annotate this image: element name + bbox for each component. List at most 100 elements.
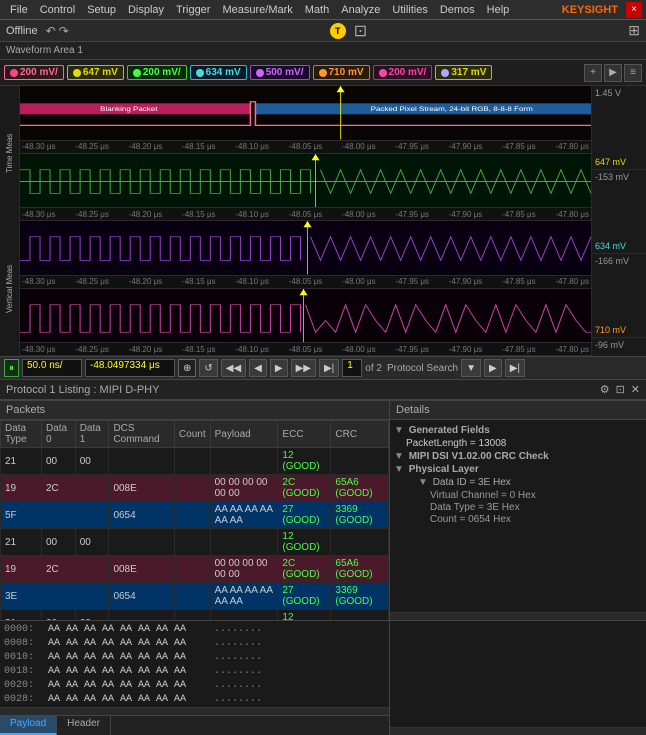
next-btn[interactable]: ▶▶ bbox=[291, 359, 316, 377]
table-row[interactable]: 3E 0654 AA AA AA AA AA AA 27 (GOOD) 3369… bbox=[1, 583, 389, 610]
cell-dtype: 21 bbox=[1, 610, 42, 621]
tree-physical-layer[interactable]: ▼ Physical Layer bbox=[394, 463, 642, 476]
time-meas-label: Time Meas bbox=[0, 86, 19, 221]
search-settings-btn[interactable]: ▶| bbox=[505, 359, 525, 377]
run-icon[interactable]: ⊡ bbox=[354, 21, 367, 41]
vertical-meas-label: Vertical Meas bbox=[0, 221, 19, 356]
menu-utilities[interactable]: Utilities bbox=[386, 4, 433, 16]
menu-control[interactable]: Control bbox=[34, 4, 81, 16]
horizontal-scrollbar[interactable] bbox=[0, 707, 389, 715]
channel-7-btn[interactable]: 200 mV/ bbox=[373, 65, 433, 80]
payload-tab[interactable]: Payload bbox=[0, 716, 57, 735]
table-row[interactable]: 21 00 00 12 (GOOD) bbox=[1, 610, 389, 621]
channel-8-btn[interactable]: 317 mV bbox=[435, 65, 492, 80]
table-row[interactable]: 21 00 00 12 (GOOD) bbox=[1, 529, 389, 556]
cell-payload: 00 00 00 00 00 00 bbox=[210, 556, 278, 583]
nav-settings[interactable]: ≡ bbox=[624, 64, 642, 82]
channel-1-btn[interactable]: 200 mV/ bbox=[4, 65, 64, 80]
menu-file[interactable]: File bbox=[4, 4, 34, 16]
channel-6-btn[interactable]: 710 mV bbox=[313, 65, 370, 80]
menu-math[interactable]: Math bbox=[299, 4, 335, 16]
trigger-indicator[interactable]: T bbox=[330, 23, 346, 39]
details-bottom-scrollbar[interactable] bbox=[390, 727, 646, 735]
tree-label-crc: MIPI DSI V1.02.00 CRC Check bbox=[409, 451, 549, 462]
details-label: Details bbox=[396, 404, 430, 416]
protocol-detach-icon[interactable]: ⊡ bbox=[616, 383, 625, 396]
waveform-lane-2[interactable] bbox=[20, 154, 591, 209]
header-tab[interactable]: Header bbox=[57, 716, 111, 735]
tree-data-type[interactable]: Data Type = 3E Hex bbox=[394, 501, 642, 513]
cell-crc: 65A6 (GOOD) bbox=[331, 556, 389, 583]
tree-count[interactable]: Count = 0654 Hex bbox=[394, 513, 642, 525]
cell-payload: 00 00 00 00 00 00 bbox=[210, 475, 278, 502]
payload-content[interactable]: 0000:AA AA AA AA AA AA AA AA........0008… bbox=[0, 621, 389, 707]
cell-ecc: 12 (GOOD) bbox=[278, 610, 331, 621]
cell-dtype: 5F bbox=[1, 502, 42, 529]
v-bot-2: 634 mV bbox=[595, 241, 643, 251]
time-axis-1: -48.30 μs-48.25 μs-48.20 μs-48.15 μs-48.… bbox=[20, 141, 591, 154]
menu-analyze[interactable]: Analyze bbox=[335, 4, 386, 16]
waveform-svg-1: Blanking Packet Packed Pixel Stream, 24-… bbox=[20, 86, 591, 140]
protocol-gear-icon[interactable]: ⚙ bbox=[600, 383, 610, 396]
settings-icon[interactable]: ⊞ bbox=[628, 22, 640, 39]
waveform-lane-3[interactable] bbox=[20, 221, 591, 276]
v-top-3: -166 mV bbox=[595, 256, 643, 266]
play-btn[interactable]: ▶ bbox=[270, 359, 288, 377]
protocol-area: Packets Data Type Data 0 Data 1 DCS Comm… bbox=[0, 400, 646, 620]
v-top-2: -153 mV bbox=[595, 172, 643, 182]
loop-btn[interactable]: ↺ bbox=[199, 359, 217, 377]
col-ecc: ECC bbox=[278, 421, 331, 448]
menu-trigger[interactable]: Trigger bbox=[170, 4, 216, 16]
menu-demos[interactable]: Demos bbox=[434, 4, 481, 16]
channel-3-btn[interactable]: 200 mV/ bbox=[127, 65, 187, 80]
menu-display[interactable]: Display bbox=[122, 4, 170, 16]
cell-dcs: 008E bbox=[109, 556, 174, 583]
pause-button[interactable]: ⏸ bbox=[4, 359, 19, 377]
search-fwd-btn[interactable]: ▶ bbox=[484, 359, 502, 377]
details-scrollbar[interactable] bbox=[390, 612, 646, 620]
waveform-lane-4[interactable] bbox=[20, 289, 591, 344]
tree-packet-length[interactable]: PacketLength = 13008 bbox=[394, 437, 642, 450]
cursor-time-display: -48.0497334 μs bbox=[85, 359, 175, 377]
details-bottom-content[interactable] bbox=[390, 621, 646, 727]
payload-hex: AA AA AA AA AA AA AA AA bbox=[48, 679, 208, 693]
keysight-logo: KEYSIGHT bbox=[562, 4, 618, 16]
table-row[interactable]: 21 00 00 12 (GOOD) bbox=[1, 448, 389, 475]
payload-ascii: ........ bbox=[214, 693, 262, 707]
tree-data-id[interactable]: ▼ Data ID = 3E Hex bbox=[394, 476, 642, 489]
prev-btn[interactable]: ◀ bbox=[249, 359, 267, 377]
table-row[interactable]: 5F 0654 AA AA AA AA AA AA 27 (GOOD) 3369… bbox=[1, 502, 389, 529]
redo-icon[interactable]: ↷ bbox=[59, 24, 69, 38]
search-dropdown[interactable]: ▼ bbox=[461, 359, 481, 377]
cell-ecc: 2C (GOOD) bbox=[278, 475, 331, 502]
packet-table[interactable]: Data Type Data 0 Data 1 DCS Command Coun… bbox=[0, 420, 389, 620]
tree-generated-fields[interactable]: ▼ Generated Fields bbox=[394, 424, 642, 437]
table-row[interactable]: 19 2C 008E 00 00 00 00 00 00 2C (GOOD) 6… bbox=[1, 475, 389, 502]
table-row[interactable]: 19 2C 008E 00 00 00 00 00 00 2C (GOOD) 6… bbox=[1, 556, 389, 583]
cell-dtype: 3E bbox=[1, 583, 42, 610]
tree-crc-check[interactable]: ▼ MIPI DSI V1.02.00 CRC Check bbox=[394, 450, 642, 463]
undo-icon[interactable]: ↶ bbox=[46, 24, 56, 38]
menu-setup[interactable]: Setup bbox=[81, 4, 122, 16]
nav-plus[interactable]: + bbox=[584, 64, 602, 82]
nav-right[interactable]: ▶ bbox=[604, 64, 622, 82]
channel-4-btn[interactable]: 634 mV bbox=[190, 65, 247, 80]
channel-2-btn[interactable]: 647 mV bbox=[67, 65, 124, 80]
tree-virtual-channel[interactable]: Virtual Channel = 0 Hex bbox=[394, 489, 642, 501]
run-stop-btn[interactable]: ⊕ bbox=[178, 359, 196, 377]
payload-hex: AA AA AA AA AA AA AA AA bbox=[48, 665, 208, 679]
menu-help[interactable]: Help bbox=[481, 4, 516, 16]
waveform-lane-1[interactable]: Blanking Packet Packed Pixel Stream, 24-… bbox=[20, 86, 591, 141]
prev-prev-btn[interactable]: ◀◀ bbox=[221, 359, 246, 377]
menu-measure[interactable]: Measure/Mark bbox=[216, 4, 298, 16]
payload-tabs: Payload Header bbox=[0, 715, 389, 735]
details-content[interactable]: ▼ Generated Fields PacketLength = 13008 … bbox=[390, 420, 646, 612]
close-button[interactable]: × bbox=[626, 2, 642, 18]
channel-5-btn[interactable]: 500 mV/ bbox=[250, 65, 310, 80]
time-axis-2: -48.30 μs-48.25 μs-48.20 μs-48.15 μs-48.… bbox=[20, 208, 591, 221]
protocol-close-icon[interactable]: ✕ bbox=[631, 383, 640, 396]
waveform-lanes[interactable]: Blanking Packet Packed Pixel Stream, 24-… bbox=[20, 86, 591, 356]
next-next-btn[interactable]: ▶| bbox=[319, 359, 339, 377]
menubar: File Control Setup Display Trigger Measu… bbox=[0, 0, 646, 20]
cell-ecc: 27 (GOOD) bbox=[278, 502, 331, 529]
